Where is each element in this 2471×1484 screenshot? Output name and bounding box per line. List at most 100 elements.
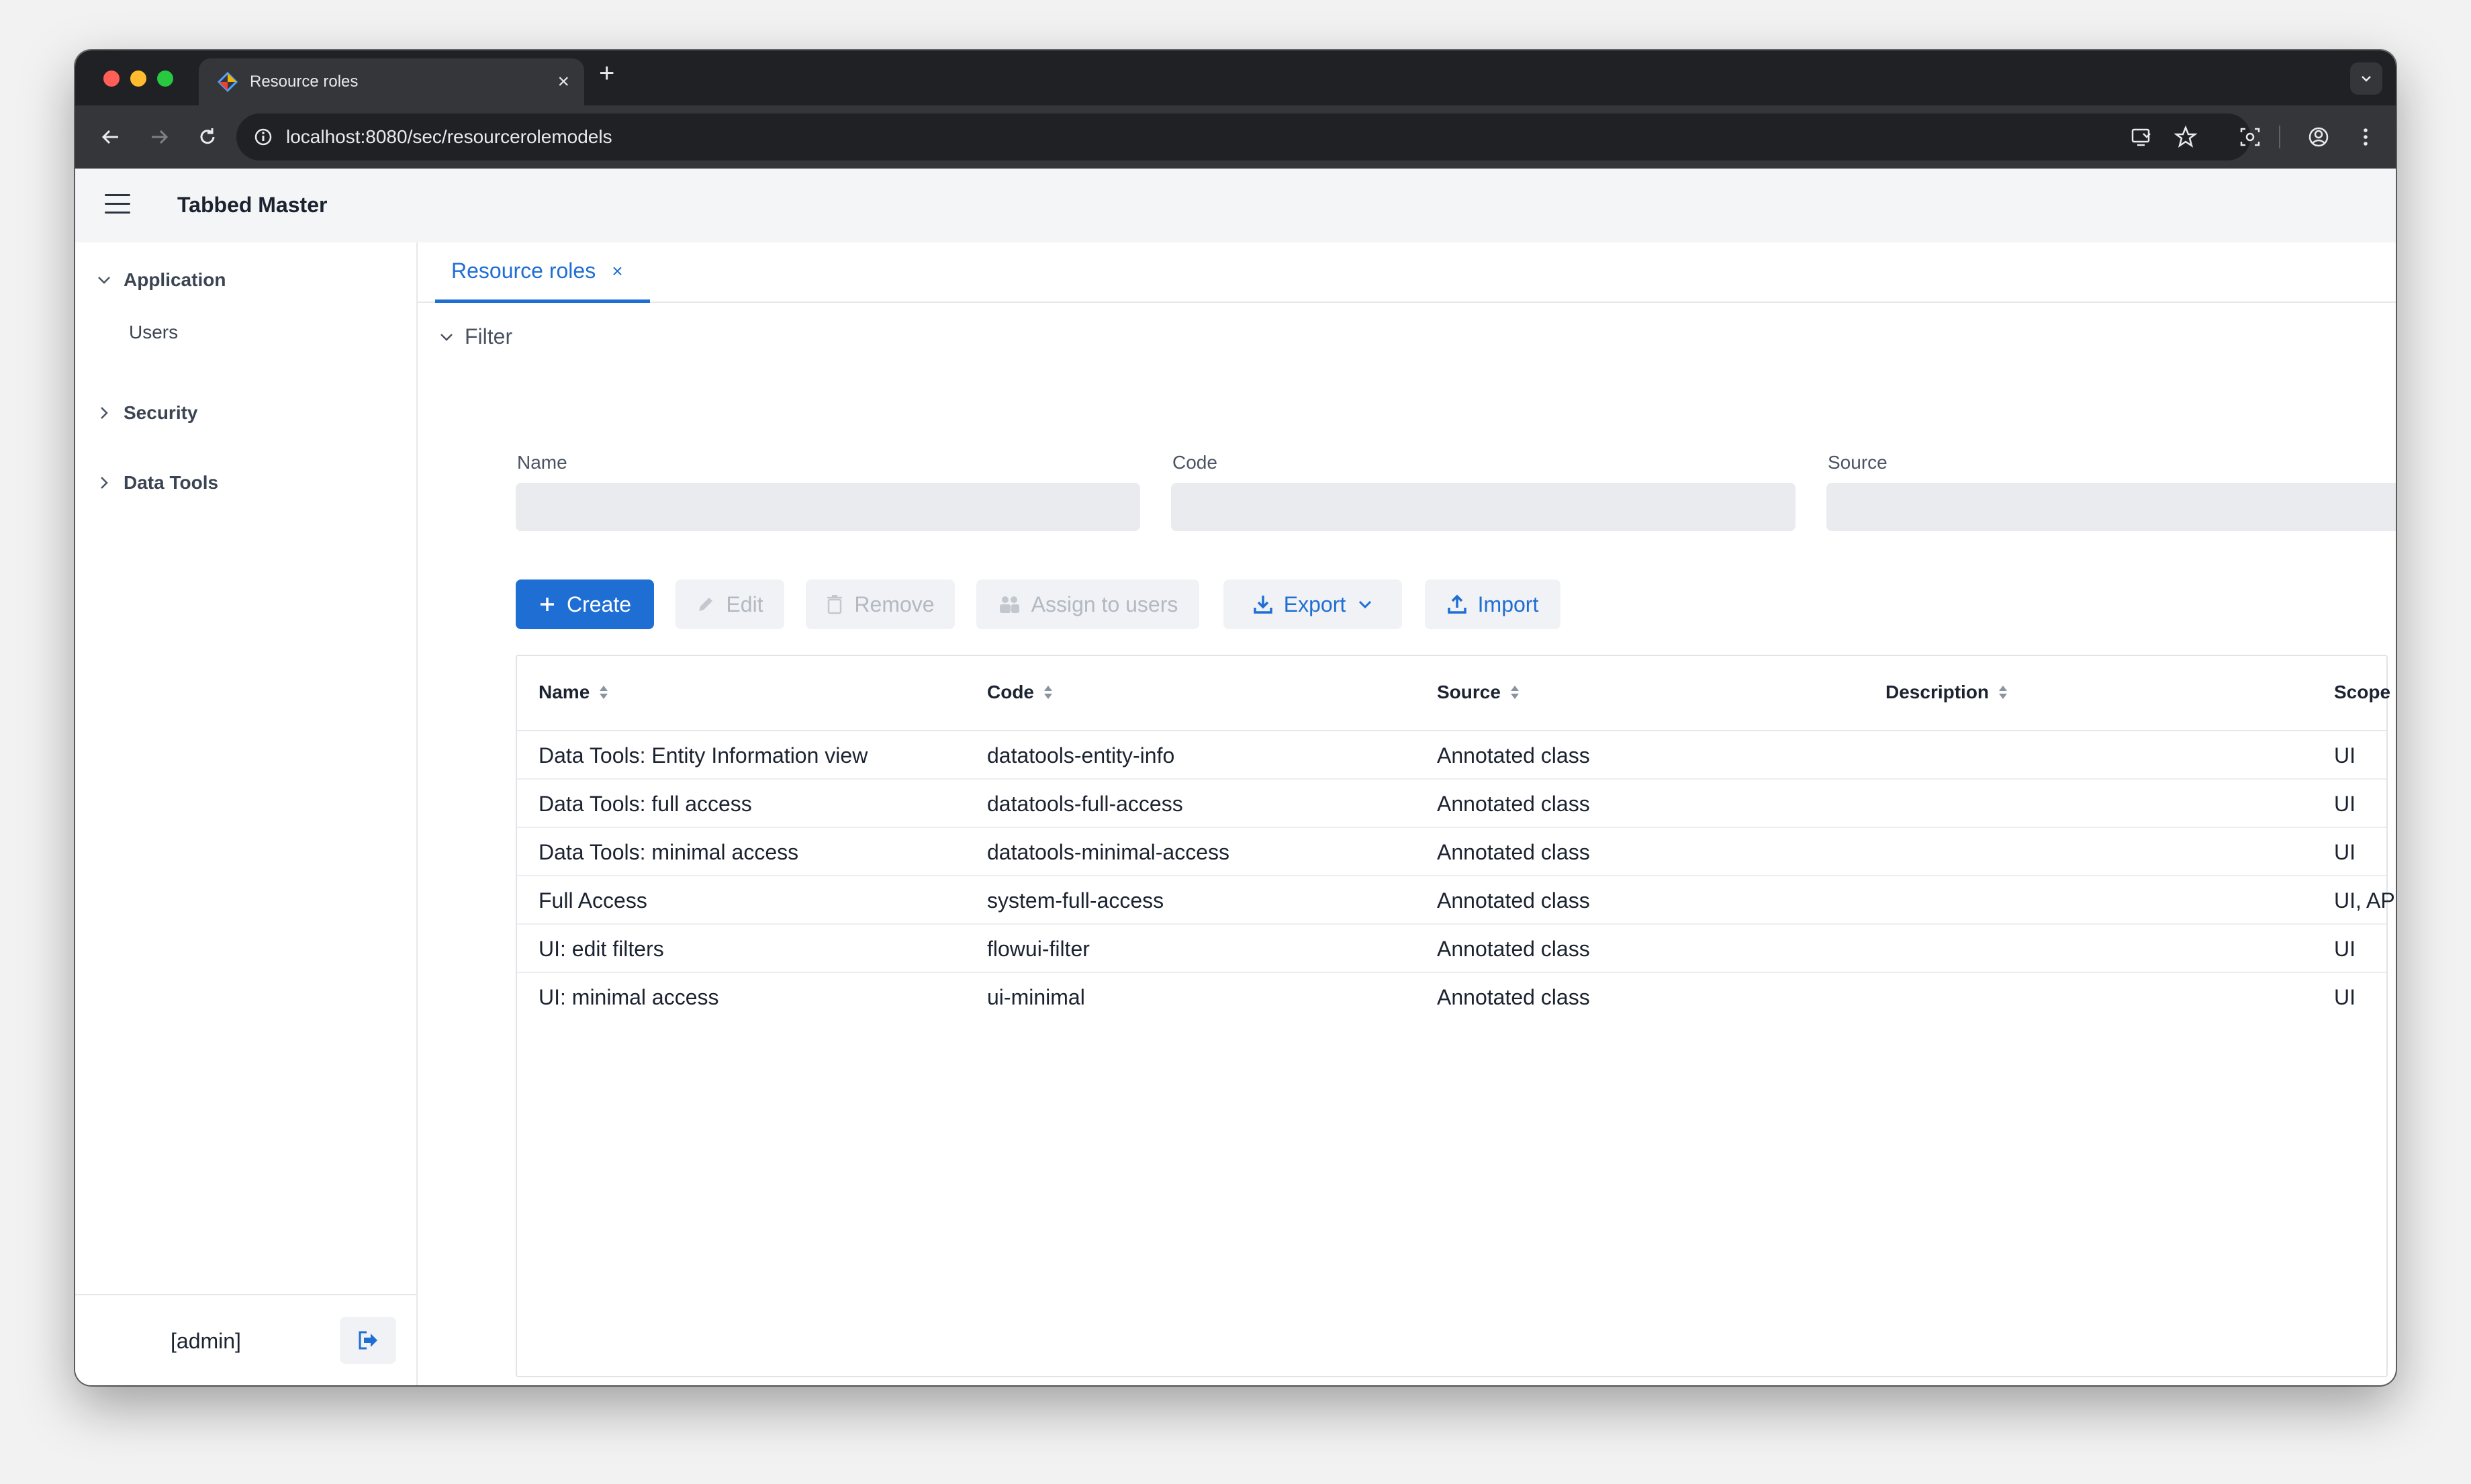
profile-icon xyxy=(2309,127,2329,147)
arrow-right-icon xyxy=(152,130,169,144)
cell-scope: UI xyxy=(2334,840,2356,864)
cell-scope: UI, API xyxy=(2334,888,2396,913)
reload-button[interactable] xyxy=(192,122,223,152)
name-field[interactable] xyxy=(516,483,1140,531)
filter-toggle[interactable]: Filter xyxy=(438,324,512,349)
address-bar[interactable]: localhost:8080/sec/resourcerolemodels xyxy=(236,113,2251,160)
profile-button[interactable] xyxy=(2303,122,2334,152)
app-header: Tabbed Master xyxy=(75,169,2396,242)
filter-label: Filter xyxy=(465,324,513,349)
maximize-window-button[interactable] xyxy=(157,71,173,87)
chevron-down-icon xyxy=(1359,600,1372,609)
download-icon xyxy=(1254,596,1272,614)
code-field[interactable] xyxy=(1171,483,1796,531)
drawer-toggle-icon[interactable] xyxy=(105,194,130,217)
close-tab-icon[interactable]: × xyxy=(557,72,569,92)
close-icon[interactable]: × xyxy=(612,261,622,282)
chevron-down-icon xyxy=(98,277,110,284)
browser-toolbar: localhost:8080/sec/resourcerolemodels xyxy=(75,105,2396,169)
logout-button[interactable] xyxy=(340,1317,396,1364)
sidebar-footer: [admin] xyxy=(75,1294,416,1385)
tab-resource-roles[interactable]: Resource roles × xyxy=(435,242,650,303)
sort-icon[interactable] xyxy=(1998,684,2008,700)
trash-icon xyxy=(827,595,843,614)
extension-button[interactable] xyxy=(2235,122,2266,152)
column-header-label: Source xyxy=(1437,682,1501,702)
code-input[interactable] xyxy=(1171,483,1796,531)
arrow-left-icon xyxy=(101,130,118,144)
column-header-label: Scope xyxy=(2334,682,2391,702)
new-tab-icon[interactable]: + xyxy=(599,60,614,87)
cell-code: datatools-minimal-access xyxy=(987,840,1230,864)
chevron-down-icon xyxy=(2362,76,2371,82)
cell-source: Annotated class xyxy=(1437,985,1590,1009)
table-row[interactable]: Full Access system-full-access Annotated… xyxy=(517,876,2396,925)
table-row[interactable]: UI: minimal access ui-minimal Annotated … xyxy=(517,973,2386,1021)
cell-code: datatools-entity-info xyxy=(987,743,1175,768)
column-header-label: Code xyxy=(987,682,1034,702)
cell-name: Data Tools: minimal access xyxy=(539,840,799,864)
browser-tab-title: Resource roles xyxy=(250,73,359,91)
sidebar-group-security[interactable]: Security xyxy=(95,402,198,424)
code-field-label: Code xyxy=(1172,452,1217,473)
sidebar-group-application[interactable]: Application xyxy=(95,269,226,291)
browser-tab[interactable]: Resource roles × xyxy=(199,58,584,105)
cell-code: flowui-filter xyxy=(987,937,1090,961)
column-header-name[interactable]: Name xyxy=(539,682,608,703)
back-button[interactable] xyxy=(95,122,126,152)
cell-code: ui-minimal xyxy=(987,985,1085,1009)
cell-source: Annotated class xyxy=(1437,937,1590,961)
name-input[interactable] xyxy=(516,483,1140,531)
import-button-label: Import xyxy=(1477,592,1539,616)
table-row[interactable]: UI: edit filters flowui-filter Annotated… xyxy=(517,925,2386,973)
cell-code: system-full-access xyxy=(987,888,1164,913)
address-url: localhost:8080/sec/resourcerolemodels xyxy=(286,126,612,147)
create-button[interactable]: Create xyxy=(516,579,654,629)
sort-icon[interactable] xyxy=(1043,684,1053,700)
sidebar-item-users[interactable]: Users xyxy=(129,322,178,343)
close-window-button[interactable] xyxy=(103,71,120,87)
assign-button-label: Assign to users xyxy=(1031,592,1178,616)
more-vertical-icon xyxy=(2364,128,2368,146)
cell-source: Annotated class xyxy=(1437,743,1590,768)
app-title: Tabbed Master xyxy=(177,193,328,217)
column-header-code[interactable]: Code xyxy=(987,682,1053,703)
table-row[interactable]: Data Tools: Entity Information view data… xyxy=(517,731,2386,780)
favicon-icon xyxy=(218,72,238,92)
cell-scope: UI xyxy=(2334,937,2356,961)
column-header-description[interactable]: Description xyxy=(1885,682,2008,703)
sidebar-group-data-tools[interactable]: Data Tools xyxy=(95,472,218,494)
sidebar-group-label: Security xyxy=(124,402,198,423)
users-icon xyxy=(999,596,1019,613)
screen-capture-icon xyxy=(2240,128,2260,146)
forward-button[interactable] xyxy=(144,122,175,152)
browser-window: Resource roles × + localhost:8080/sec/re… xyxy=(75,50,2396,1385)
cell-name: UI: minimal access xyxy=(539,985,719,1009)
edit-button[interactable]: Edit xyxy=(675,579,784,629)
column-header-source[interactable]: Source xyxy=(1437,682,1520,703)
sort-icon[interactable] xyxy=(1510,684,1520,700)
source-field-label: Source xyxy=(1828,452,1887,473)
bookmark-button[interactable] xyxy=(2170,122,2201,152)
table-row[interactable]: Data Tools: minimal access datatools-min… xyxy=(517,828,2386,876)
main-content: Resource roles × Filter Name Code Source xyxy=(418,242,2396,1385)
export-button[interactable]: Export xyxy=(1223,579,1402,629)
remove-button-label: Remove xyxy=(854,592,935,616)
column-header-label: Description xyxy=(1885,682,1990,702)
column-header-scope[interactable]: Scope xyxy=(2334,682,2396,703)
tab-search-button[interactable] xyxy=(2350,62,2382,95)
source-select[interactable] xyxy=(1826,483,2396,531)
site-info-icon[interactable] xyxy=(250,124,277,150)
minimize-window-button[interactable] xyxy=(130,71,146,87)
import-button[interactable]: Import xyxy=(1425,579,1560,629)
edit-button-label: Edit xyxy=(726,592,763,616)
browser-menu-button[interactable] xyxy=(2350,122,2381,152)
install-app-button[interactable] xyxy=(2126,122,2157,152)
sort-icon[interactable] xyxy=(599,684,608,700)
cell-scope: UI xyxy=(2334,743,2356,768)
assign-to-users-button[interactable]: Assign to users xyxy=(976,579,1199,629)
remove-button[interactable]: Remove xyxy=(806,579,955,629)
table-row[interactable]: Data Tools: full access datatools-full-a… xyxy=(517,780,2386,828)
grid-header: Name Code Source Description Scope xyxy=(517,656,2390,731)
star-icon xyxy=(2174,126,2197,148)
